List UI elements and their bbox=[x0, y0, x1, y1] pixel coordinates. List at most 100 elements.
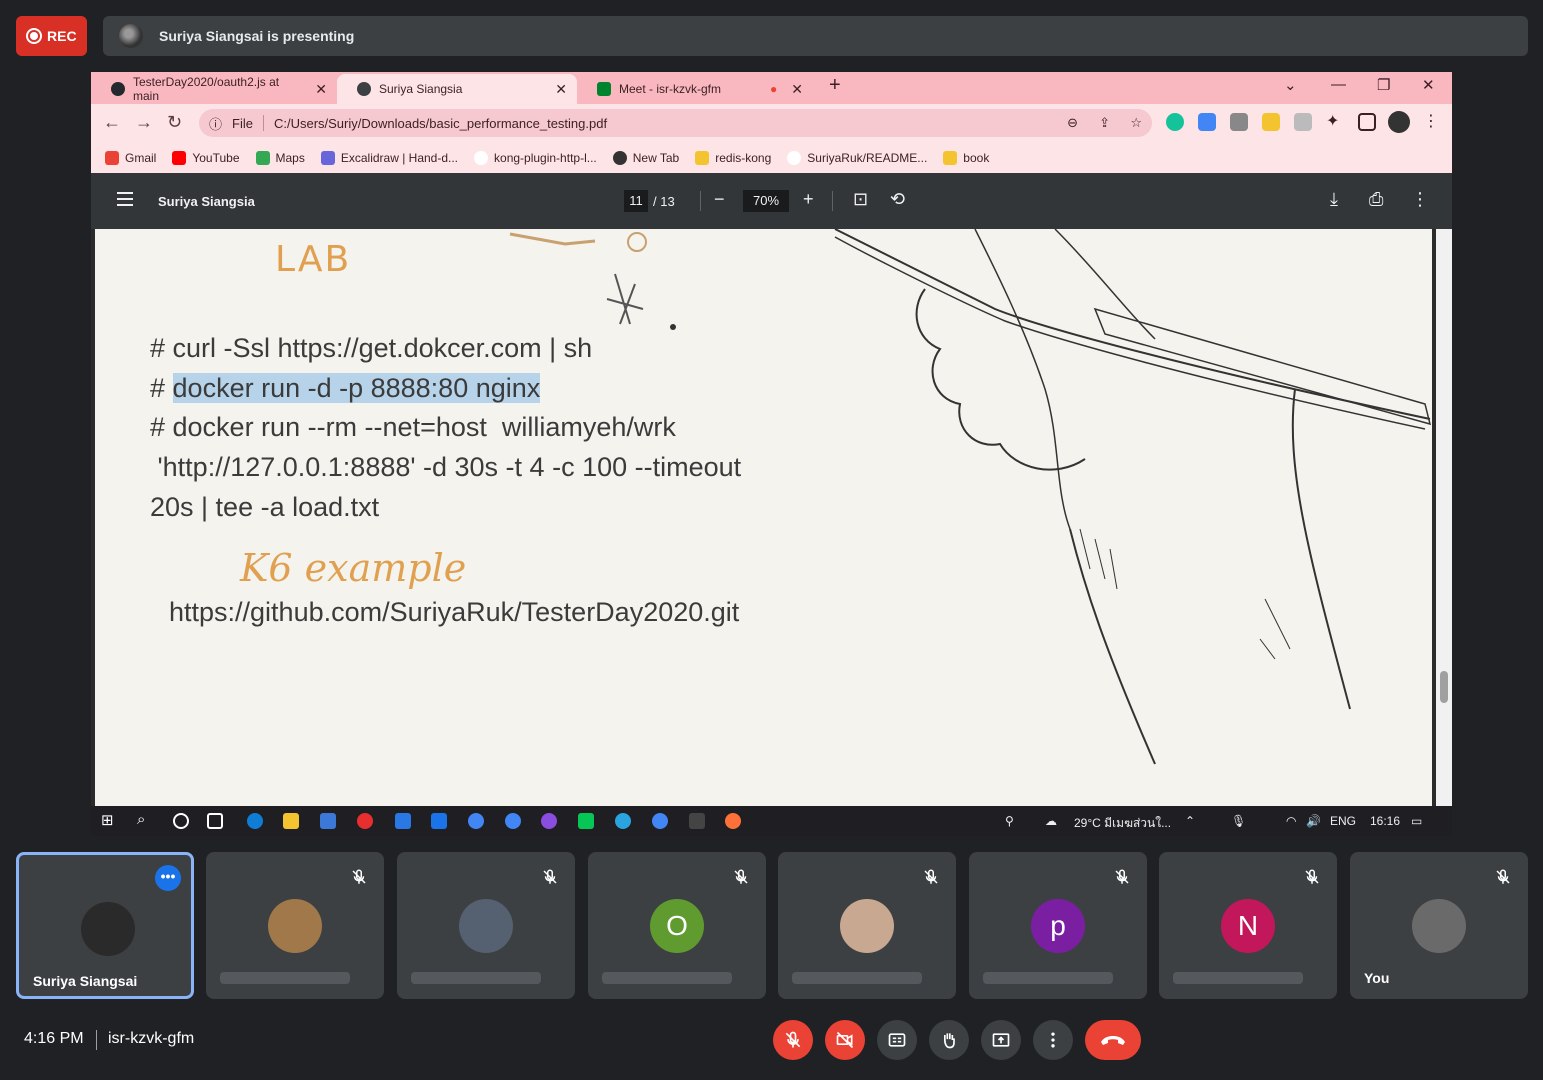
close-icon[interactable]: ✕ bbox=[315, 81, 327, 98]
blurred-name bbox=[602, 972, 732, 984]
reload-icon[interactable]: ↻ bbox=[167, 112, 182, 133]
star-icon[interactable]: ☆ bbox=[1130, 115, 1142, 131]
bookmark-new-tab[interactable]: New Tab bbox=[612, 150, 679, 165]
edge-icon[interactable] bbox=[247, 813, 263, 829]
tab-pdf[interactable]: Suriya Siangsia ✕ bbox=[337, 74, 577, 104]
wifi-icon[interactable]: ◠ bbox=[1286, 814, 1296, 828]
bookmark-kong-plugin[interactable]: kong-plugin-http-l... bbox=[474, 150, 597, 165]
file-explorer-icon[interactable] bbox=[283, 813, 299, 829]
store-icon[interactable] bbox=[320, 813, 336, 829]
tab-github[interactable]: TesterDay2020/oauth2.js at main ✕ bbox=[91, 74, 337, 104]
camera-toggle-button[interactable] bbox=[825, 1020, 865, 1060]
weather-text[interactable]: 29°C มีเมฆส่วนใ... bbox=[1074, 814, 1171, 833]
translate-icon[interactable] bbox=[1198, 113, 1216, 131]
extension-icon[interactable] bbox=[1262, 113, 1280, 131]
chrome-icon[interactable] bbox=[652, 813, 668, 829]
profile-avatar[interactable] bbox=[1388, 111, 1410, 133]
minimize-icon[interactable]: — bbox=[1331, 76, 1346, 93]
share-icon[interactable]: ⇪ bbox=[1099, 115, 1110, 131]
more-options-icon[interactable]: ••• bbox=[155, 865, 181, 891]
menu-icon[interactable] bbox=[117, 192, 133, 206]
meeting-code: isr-kzvk-gfm bbox=[108, 1030, 195, 1047]
extension-icon[interactable] bbox=[1294, 113, 1312, 131]
scrollbar[interactable] bbox=[1436, 229, 1452, 806]
bookmark-maps[interactable]: Maps bbox=[255, 150, 305, 165]
raise-hand-button[interactable] bbox=[929, 1020, 969, 1060]
volume-icon[interactable]: 🔊 bbox=[1306, 814, 1321, 828]
firefox-icon[interactable] bbox=[725, 813, 741, 829]
page-number-input[interactable]: 11 bbox=[624, 190, 648, 212]
bookmark-youtube[interactable]: YouTube bbox=[172, 150, 240, 165]
microphone-toggle-button[interactable] bbox=[773, 1020, 813, 1060]
participant-tile[interactable]: p bbox=[969, 852, 1147, 999]
scrollbar-thumb[interactable] bbox=[1440, 671, 1448, 703]
mail-icon[interactable] bbox=[431, 813, 447, 829]
avatar bbox=[81, 902, 135, 956]
present-button[interactable] bbox=[981, 1020, 1021, 1060]
code-line: # curl -Ssl https://get.dokcer.com | sh bbox=[150, 333, 593, 363]
leave-call-button[interactable] bbox=[1085, 1020, 1141, 1060]
divider bbox=[700, 191, 701, 211]
side-panel-icon[interactable] bbox=[1358, 113, 1376, 131]
bookmark-book[interactable]: book bbox=[943, 150, 989, 165]
close-window-icon[interactable]: ✕ bbox=[1422, 76, 1435, 94]
print-icon[interactable]: ⎙ bbox=[1369, 189, 1383, 210]
puzzle-icon[interactable]: ✦ bbox=[1326, 111, 1344, 130]
terminal-icon[interactable] bbox=[689, 813, 705, 829]
close-icon[interactable]: ✕ bbox=[555, 81, 567, 98]
grammarly-icon[interactable] bbox=[1166, 113, 1184, 131]
notification-icon[interactable]: ▭ bbox=[1411, 814, 1422, 828]
participant-tile[interactable] bbox=[397, 852, 575, 999]
telegram-icon[interactable] bbox=[615, 813, 631, 829]
fit-page-icon[interactable]: ⊡ bbox=[853, 189, 868, 210]
forward-icon[interactable]: → bbox=[135, 112, 153, 133]
captions-button[interactable] bbox=[877, 1020, 917, 1060]
cortana-icon[interactable] bbox=[173, 813, 189, 829]
download-icon[interactable]: ⤓ bbox=[1330, 189, 1338, 210]
avatar: p bbox=[1031, 899, 1085, 953]
mic-off-icon bbox=[350, 868, 368, 886]
windows-start-icon[interactable]: ⊞ bbox=[101, 811, 117, 829]
address-bar[interactable]: ⓘ File C:/Users/Suriy/Downloads/basic_pe… bbox=[199, 109, 1152, 137]
line-icon[interactable] bbox=[578, 813, 594, 829]
search-icon[interactable]: ⌕ bbox=[137, 811, 153, 828]
participant-tile[interactable]: N bbox=[1159, 852, 1337, 999]
chevron-up-icon[interactable]: ⌃ bbox=[1185, 814, 1195, 828]
bookmark-excalidraw[interactable]: Excalidraw | Hand-d... bbox=[320, 150, 458, 165]
tab-search-icon[interactable]: ⌄ bbox=[1284, 76, 1297, 94]
zoom-out-icon[interactable]: − bbox=[714, 189, 725, 210]
zoom-icon[interactable]: ⊖ bbox=[1067, 115, 1078, 131]
back-icon[interactable]: ← bbox=[103, 112, 121, 133]
close-icon[interactable]: ✕ bbox=[791, 81, 803, 98]
messenger-icon[interactable] bbox=[541, 813, 557, 829]
menu-icon[interactable]: ⋮ bbox=[1423, 111, 1441, 130]
more-icon[interactable]: ⋮ bbox=[1411, 189, 1429, 210]
rotate-icon[interactable]: ⟲ bbox=[890, 189, 905, 210]
participant-tile[interactable]: O bbox=[588, 852, 766, 999]
participant-tile[interactable]: You bbox=[1350, 852, 1528, 999]
zoom-in-icon[interactable]: + bbox=[803, 189, 814, 210]
chrome-icon[interactable] bbox=[468, 813, 484, 829]
chrome-icon[interactable] bbox=[505, 813, 521, 829]
participant-tile[interactable] bbox=[778, 852, 956, 999]
participant-tile[interactable] bbox=[206, 852, 384, 999]
taskbar-clock[interactable]: 16:16 bbox=[1370, 814, 1400, 828]
github-link[interactable]: https://github.com/SuriyaRuk/TesterDay20… bbox=[169, 597, 739, 628]
new-tab-icon[interactable]: + bbox=[829, 74, 841, 97]
task-view-icon[interactable] bbox=[207, 813, 223, 829]
extension-icon[interactable] bbox=[1230, 113, 1248, 131]
blurred-name bbox=[411, 972, 541, 984]
opera-icon[interactable] bbox=[357, 813, 373, 829]
bookmark-gmail[interactable]: Gmail bbox=[105, 150, 156, 165]
calendar-icon[interactable] bbox=[395, 813, 411, 829]
restore-icon[interactable]: ❐ bbox=[1377, 76, 1390, 94]
participant-tile[interactable]: Suriya Siangsai ••• bbox=[16, 852, 194, 999]
bookmark-readme[interactable]: SuriyaRuk/README... bbox=[787, 150, 927, 165]
zoom-input[interactable]: 70% bbox=[743, 190, 789, 212]
bookmark-redis-kong[interactable]: redis-kong bbox=[695, 150, 771, 165]
tab-meet[interactable]: Meet - isr-kzvk-gfm ● ✕ bbox=[577, 74, 813, 104]
language-indicator[interactable]: ENG bbox=[1330, 814, 1356, 828]
microphone-icon[interactable]: 🎙 bbox=[1231, 814, 1246, 828]
people-icon[interactable]: ⚲ bbox=[1005, 814, 1014, 828]
more-options-button[interactable] bbox=[1033, 1020, 1073, 1060]
